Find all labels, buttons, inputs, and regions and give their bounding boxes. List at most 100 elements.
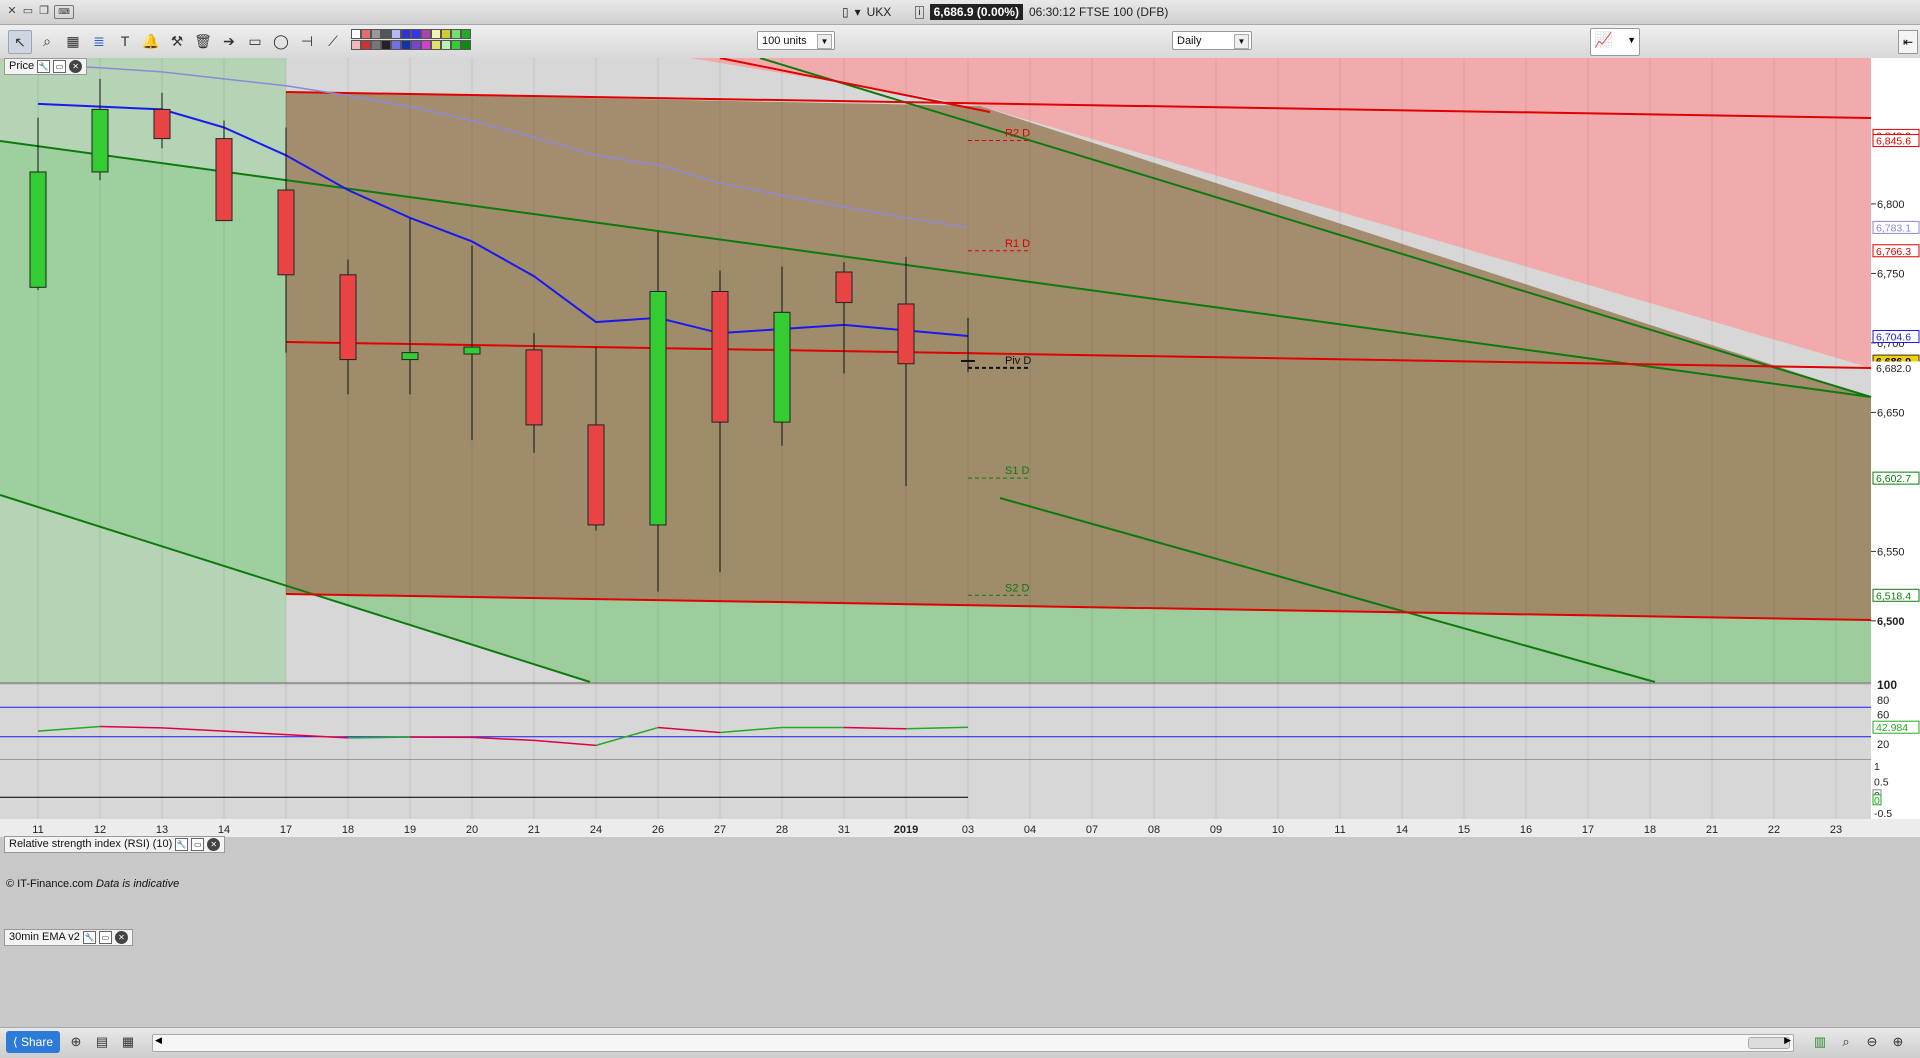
candle-down xyxy=(836,272,852,303)
minimize-window-icon[interactable]: ▭ xyxy=(22,5,34,17)
color-swatch[interactable] xyxy=(431,40,441,50)
color-swatch[interactable] xyxy=(381,40,391,50)
candle-down xyxy=(216,139,232,221)
price-panel-header: Price 🔧 ▭ ✕ xyxy=(4,58,87,75)
chart-area[interactable]: R2 DR1 DPiv DS1 DS2 D 6,8006,7506,7006,6… xyxy=(0,58,1920,1024)
restore-window-icon[interactable]: ❐ xyxy=(38,5,50,17)
candle-down xyxy=(154,109,170,138)
title-bar: ✕ ▭ ❐ ⌨ ▯ ▾ UKX i 6,686.9 (0.00%) 06:30:… xyxy=(0,0,1920,25)
indicator-menu-button[interactable]: 📈 ▼ xyxy=(1590,28,1640,56)
x-tick-label: 11 xyxy=(1334,824,1345,836)
info-icon[interactable]: i xyxy=(915,6,923,19)
alert-bell-icon[interactable]: 🔔 xyxy=(140,30,162,52)
rsi-panel-title: Relative strength index (RSI) (10) xyxy=(9,837,172,852)
scroll-right-icon[interactable]: ▶ xyxy=(1784,1035,1791,1046)
color-swatch[interactable] xyxy=(441,40,451,50)
fibonacci-tool-icon[interactable]: ≣ xyxy=(88,30,110,52)
zoom-tool-icon[interactable]: ⌕ xyxy=(36,30,58,52)
color-swatch[interactable] xyxy=(411,29,421,39)
window-icon[interactable]: ▭ xyxy=(99,931,112,944)
layout-icon[interactable]: ▤ xyxy=(92,1032,112,1052)
pointer-tool-icon[interactable]: ↖ xyxy=(8,30,32,54)
y-tick-label: 6,650 xyxy=(1877,407,1905,419)
candle-down xyxy=(526,350,542,425)
wrench-icon[interactable]: 🔧 xyxy=(37,60,50,73)
color-swatch[interactable] xyxy=(371,40,381,50)
rsi-current-label: 42.984 xyxy=(1876,722,1908,734)
ema-panel-header: 30min EMA v2 🔧 ▭ ✕ xyxy=(4,929,133,946)
color-swatch[interactable] xyxy=(361,40,371,50)
pivot-label: R2 D xyxy=(1005,128,1030,140)
wrench-icon[interactable]: 🔧 xyxy=(175,838,188,851)
zoom-fit-icon[interactable]: ⌕ xyxy=(1836,1032,1856,1052)
share-label: Share xyxy=(21,1035,53,1049)
candle-down xyxy=(712,291,728,422)
ellipse-tool-icon[interactable]: ◯ xyxy=(270,30,292,52)
pivot-label: Piv D xyxy=(1005,355,1031,367)
chart-scrollbar[interactable]: ◀ ▶ xyxy=(152,1034,1794,1052)
x-tick-label: 31 xyxy=(838,824,850,836)
color-swatch[interactable] xyxy=(401,29,411,39)
wrench-icon[interactable]: 🔧 xyxy=(83,931,96,944)
rectangle-tool-icon[interactable]: ▭ xyxy=(244,30,266,52)
color-swatch[interactable] xyxy=(451,29,461,39)
zoom-out-icon[interactable]: ⊖ xyxy=(1862,1032,1882,1052)
scroll-left-icon[interactable]: ◀ xyxy=(155,1035,162,1046)
close-icon[interactable]: ✕ xyxy=(115,931,128,944)
x-tick-label: 21 xyxy=(1706,824,1718,836)
rsi-y-label: 20 xyxy=(1877,739,1889,751)
color-swatch[interactable] xyxy=(431,29,441,39)
collapse-panel-icon[interactable]: ⇤ xyxy=(1898,30,1918,54)
x-tick-label: 10 xyxy=(1272,824,1284,836)
copyright-text: © IT-Finance.com xyxy=(6,878,93,890)
grid-icon[interactable]: ▦ xyxy=(118,1032,138,1052)
chart-settings-icon[interactable]: ▥ xyxy=(1810,1032,1830,1052)
x-tick-label: 22 xyxy=(1768,824,1780,836)
interval-select[interactable]: Daily ▼ xyxy=(1172,31,1252,50)
zoom-in-icon[interactable]: ⊕ xyxy=(1888,1032,1908,1052)
color-swatch[interactable] xyxy=(421,40,431,50)
color-swatch[interactable] xyxy=(381,29,391,39)
chart-type-icon[interactable]: ▦ xyxy=(62,30,84,52)
color-swatch[interactable] xyxy=(461,29,471,39)
x-tick-label: 14 xyxy=(1396,824,1408,836)
price-panel-title: Price xyxy=(9,59,34,74)
color-swatch[interactable] xyxy=(411,40,421,50)
color-swatch[interactable] xyxy=(351,40,361,50)
price-tag: 6,704.6 xyxy=(1876,332,1911,344)
window-icon[interactable]: ▭ xyxy=(191,838,204,851)
hammer-tool-icon[interactable]: ⚒ xyxy=(166,30,188,52)
link-icon[interactable]: ⊕ xyxy=(66,1032,86,1052)
ema-y-label: -0.5 xyxy=(1874,808,1892,820)
keyboard-icon[interactable]: ⌨ xyxy=(54,5,74,19)
color-swatch[interactable] xyxy=(441,29,451,39)
chart-svg[interactable]: R2 DR1 DPiv DS1 DS2 D 6,8006,7506,7006,6… xyxy=(0,58,1920,1024)
trend-line-tool-icon[interactable]: ⟋ xyxy=(322,30,344,52)
color-swatch[interactable] xyxy=(391,40,401,50)
color-swatch[interactable] xyxy=(391,29,401,39)
units-select[interactable]: 100 units ▼ xyxy=(757,31,835,50)
text-tool-icon[interactable]: T xyxy=(114,30,136,52)
price-tag: 6,766.3 xyxy=(1876,246,1911,258)
trash-icon[interactable]: 🗑 xyxy=(192,30,214,52)
y-tick-label: 6,550 xyxy=(1877,546,1905,558)
candle-down xyxy=(278,190,294,275)
close-icon[interactable]: ✕ xyxy=(207,838,220,851)
share-button[interactable]: ⟨ Share xyxy=(6,1031,60,1053)
drawing-toolbar: ↖ ⌕ ▦ ≣ T 🔔 ⚒ 🗑 ➔ ▭ ◯ ⊣ ⟋ 100 units ▼ Da… xyxy=(0,25,1920,59)
horizontal-line-tool-icon[interactable]: ⊣ xyxy=(296,30,318,52)
close-icon[interactable]: ✕ xyxy=(69,60,82,73)
color-swatch[interactable] xyxy=(451,40,461,50)
close-window-icon[interactable]: ✕ xyxy=(6,5,18,17)
color-swatch[interactable] xyxy=(351,29,361,39)
color-swatch[interactable] xyxy=(361,29,371,39)
candle-up xyxy=(774,312,790,422)
color-swatch[interactable] xyxy=(421,29,431,39)
chevron-down-icon[interactable]: ▾ xyxy=(855,5,861,19)
color-swatch[interactable] xyxy=(461,40,471,50)
color-swatch[interactable] xyxy=(371,29,381,39)
arrow-tool-icon[interactable]: ➔ xyxy=(218,30,240,52)
chevron-down-icon: ▼ xyxy=(817,34,832,49)
color-swatch[interactable] xyxy=(401,40,411,50)
window-icon[interactable]: ▭ xyxy=(53,60,66,73)
